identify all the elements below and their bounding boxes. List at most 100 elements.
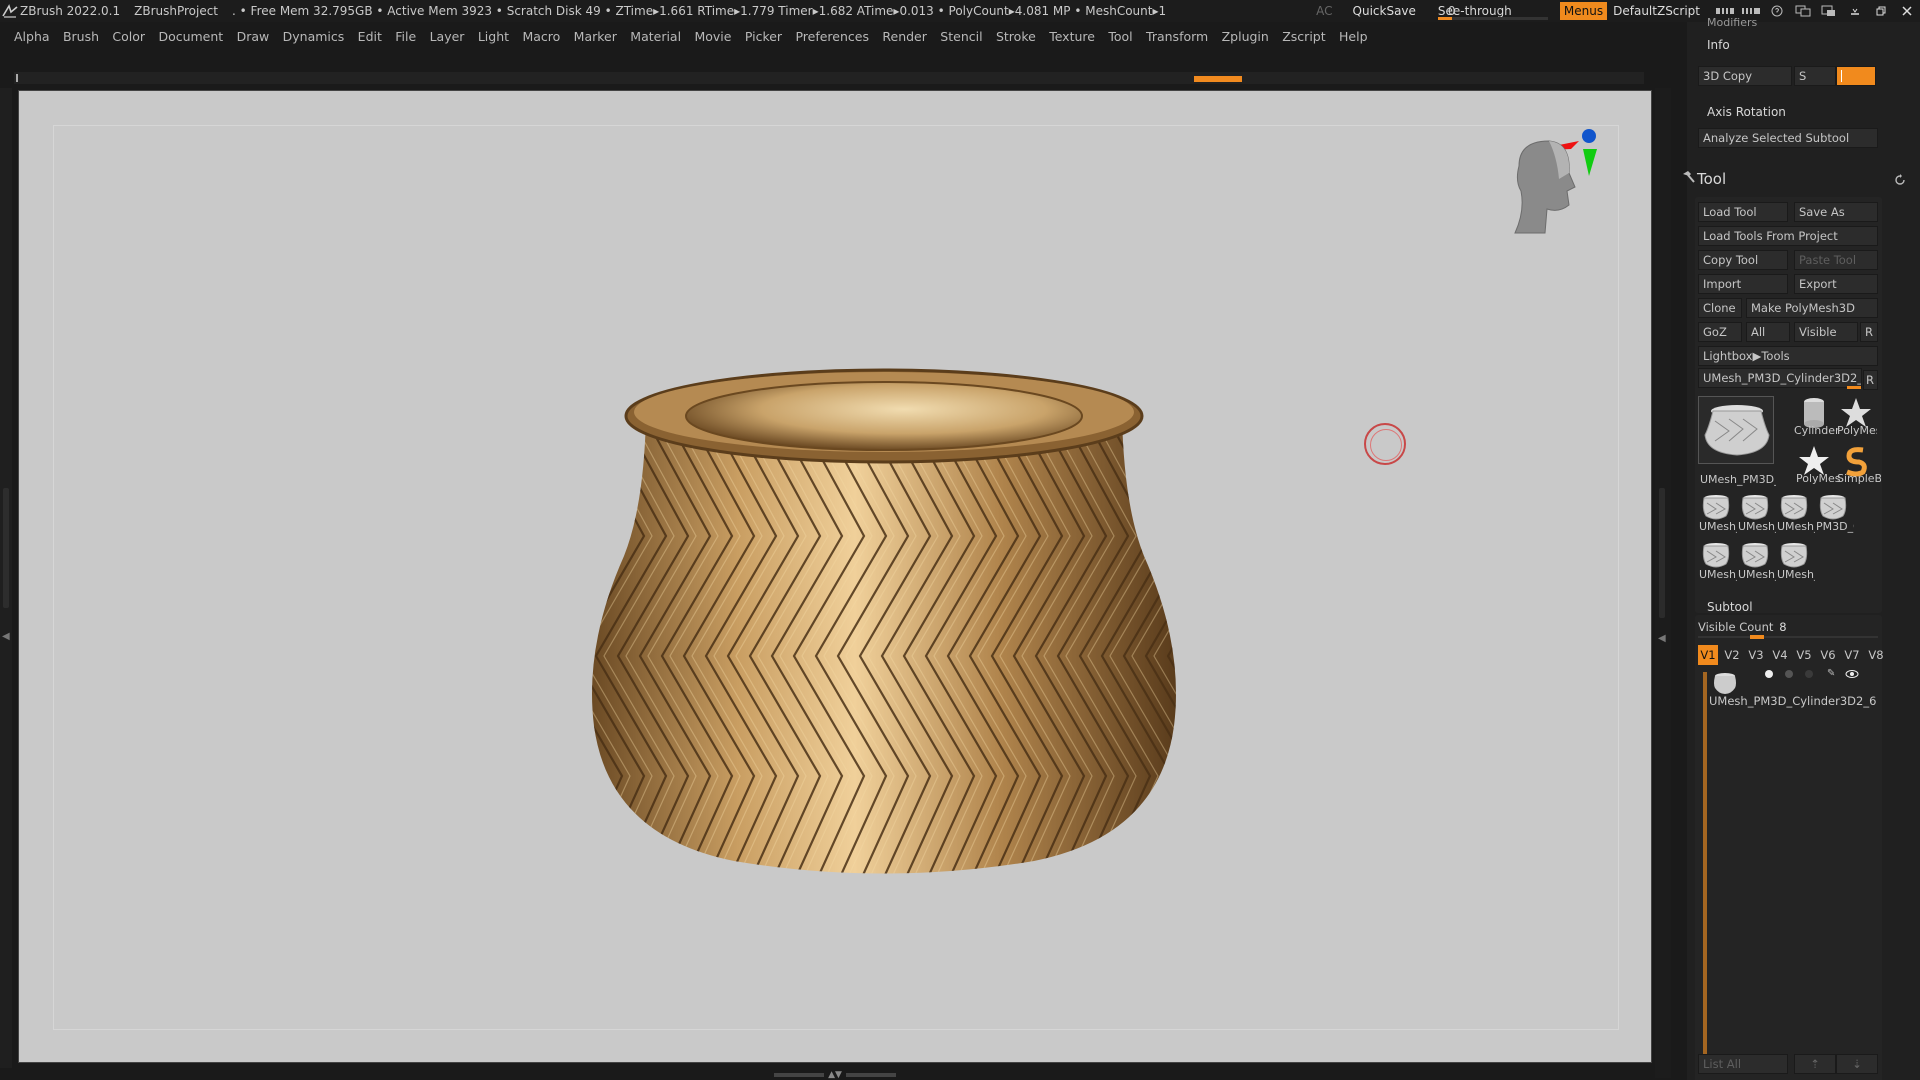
menu-alpha[interactable]: Alpha <box>14 29 50 44</box>
goz-visible-button[interactable]: Visible <box>1794 322 1858 342</box>
menu-movie[interactable]: Movie <box>694 29 731 44</box>
menu-tool[interactable]: Tool <box>1108 29 1132 44</box>
project-name[interactable]: ZBrushProject <box>134 4 218 18</box>
analyze-selected-subtool-button[interactable]: Analyze Selected Subtool <box>1698 128 1878 148</box>
tab-v7[interactable]: V7 <box>1842 645 1862 665</box>
default-zscript-button[interactable]: DefaultZScript <box>1613 4 1700 18</box>
see-through-slider[interactable]: See-through 0 <box>1437 0 1548 22</box>
menu-dynamics[interactable]: Dynamics <box>283 29 345 44</box>
subtool-item[interactable]: ✎ UMesh_PM3D_Cylinder3D2_6 <box>1709 668 1877 708</box>
copy-tool-button[interactable]: Copy Tool <box>1698 250 1788 270</box>
lightbox-tools-button[interactable]: Lightbox▶Tools <box>1698 346 1878 366</box>
subtool-brush-icon[interactable]: ✎ <box>1827 668 1839 679</box>
list-all-button[interactable]: List All <box>1698 1054 1788 1074</box>
menu-stroke[interactable]: Stroke <box>996 29 1036 44</box>
menu-stencil[interactable]: Stencil <box>940 29 982 44</box>
menu-edit[interactable]: Edit <box>358 29 382 44</box>
s-button[interactable]: S <box>1794 66 1836 86</box>
current-tool-name[interactable]: UMesh_PM3D_Cylinder3D2_6 <box>1698 368 1862 388</box>
bottom-tray-handle[interactable]: ▲▼ <box>770 1070 900 1080</box>
subtool-scroll-thumb[interactable] <box>1703 672 1707 1068</box>
shelf-slider-indicator[interactable] <box>1194 76 1242 82</box>
vase-model[interactable] <box>584 356 1184 886</box>
subtool-material-icon[interactable] <box>1805 670 1813 678</box>
make-polymesh3d-button[interactable]: Make PolyMesh3D <box>1746 298 1878 318</box>
subtool-solo-icon[interactable] <box>1785 670 1793 678</box>
paste-tool-button[interactable]: Paste Tool <box>1794 250 1878 270</box>
load-tool-button[interactable]: Load Tool <box>1698 202 1788 222</box>
menu-help[interactable]: Help <box>1339 29 1368 44</box>
bottom-tray-arrow-icon[interactable]: ▲▼ <box>828 1070 842 1080</box>
menu-layer[interactable]: Layer <box>430 29 465 44</box>
shelf-marker <box>16 74 18 82</box>
import-button[interactable]: Import <box>1698 274 1788 294</box>
menu-marker[interactable]: Marker <box>574 29 617 44</box>
head-navigation-icon[interactable] <box>1509 121 1619 256</box>
visible-count-knob[interactable] <box>1750 635 1764 639</box>
menu-render[interactable]: Render <box>882 29 927 44</box>
save-as-button[interactable]: Save As <box>1794 202 1878 222</box>
subtool-polypaint-icon[interactable] <box>1765 670 1773 678</box>
move-up-icon[interactable]: ⇡ <box>1794 1054 1836 1074</box>
axis-rotation-label[interactable]: Axis Rotation <box>1707 105 1786 119</box>
restore-icon[interactable] <box>1868 0 1894 22</box>
subtool-scrollbar[interactable] <box>1703 672 1707 1068</box>
menu-zplugin[interactable]: Zplugin <box>1222 29 1269 44</box>
refresh-icon[interactable] <box>1894 174 1906 186</box>
visible-count-slider[interactable]: Visible Count 8 <box>1698 620 1878 639</box>
tab-v3[interactable]: V3 <box>1746 645 1766 665</box>
main-tool-thumbnail[interactable] <box>1698 396 1774 464</box>
bottom-handle-left <box>774 1073 825 1077</box>
3d-copy-button[interactable]: 3D Copy <box>1698 66 1792 86</box>
tab-v1[interactable]: V1 <box>1698 645 1718 665</box>
tab-v6[interactable]: V6 <box>1818 645 1838 665</box>
menu-preferences[interactable]: Preferences <box>795 29 869 44</box>
tab-v2[interactable]: V2 <box>1722 645 1742 665</box>
tab-v8[interactable]: V8 <box>1866 645 1886 665</box>
tool-palette-title[interactable]: Tool <box>1697 170 1726 188</box>
modifiers-label[interactable]: Modifiers <box>1707 16 1757 29</box>
tab-v5[interactable]: V5 <box>1794 645 1814 665</box>
copy-slider-orange[interactable] <box>1836 66 1876 86</box>
menu-draw[interactable]: Draw <box>237 29 270 44</box>
menu-document[interactable]: Document <box>158 29 223 44</box>
close-icon[interactable] <box>1894 0 1920 22</box>
visible-count-track <box>1698 636 1878 638</box>
minimize-icon[interactable] <box>1842 0 1868 22</box>
menu-macro[interactable]: Macro <box>522 29 560 44</box>
canvas-viewport[interactable] <box>18 90 1652 1063</box>
goz-r-button[interactable]: R <box>1860 322 1878 342</box>
menu-material[interactable]: Material <box>630 29 681 44</box>
info-label[interactable]: Info <box>1707 38 1730 52</box>
ac-toggle[interactable]: AC <box>1316 4 1332 18</box>
menu-brush[interactable]: Brush <box>63 29 99 44</box>
goz-button[interactable]: GoZ <box>1698 322 1742 342</box>
subtool-eye-icon[interactable] <box>1845 668 1859 678</box>
left-tray-arrow-icon[interactable]: ◀ <box>2 631 10 642</box>
menus-toggle-button[interactable]: Menus <box>1559 2 1608 20</box>
menu-zscript[interactable]: Zscript <box>1282 29 1325 44</box>
tab-v4[interactable]: V4 <box>1770 645 1790 665</box>
help-icon[interactable] <box>1764 0 1790 22</box>
subtool-title[interactable]: Subtool <box>1707 600 1753 614</box>
menu-picker[interactable]: Picker <box>745 29 782 44</box>
left-tray-handle[interactable] <box>3 488 9 608</box>
menu-transform[interactable]: Transform <box>1146 29 1208 44</box>
export-button[interactable]: Export <box>1794 274 1878 294</box>
goz-all-button[interactable]: All <box>1746 322 1790 342</box>
menu-color[interactable]: Color <box>112 29 145 44</box>
menu-light[interactable]: Light <box>478 29 509 44</box>
quicksave-button[interactable]: QuickSave <box>1353 4 1416 18</box>
load-tools-from-project-button[interactable]: Load Tools From Project <box>1698 226 1878 246</box>
menu-texture[interactable]: Texture <box>1049 29 1095 44</box>
simplebrush-caption: SimpleB <box>1837 472 1881 485</box>
tool-r-button[interactable]: R <box>1863 370 1878 390</box>
right-tray-handle[interactable] <box>1659 488 1665 618</box>
move-down-icon[interactable]: ⇣ <box>1836 1054 1878 1074</box>
right-tray-arrow-icon[interactable]: ◀ <box>1658 633 1666 644</box>
tool-thumbnail-caption: UMesh_ <box>1738 568 1776 581</box>
menu-file[interactable]: File <box>395 29 416 44</box>
floating-palette-icon[interactable] <box>1816 0 1842 22</box>
window-layout-icon[interactable] <box>1790 0 1816 22</box>
clone-button[interactable]: Clone <box>1698 298 1742 318</box>
